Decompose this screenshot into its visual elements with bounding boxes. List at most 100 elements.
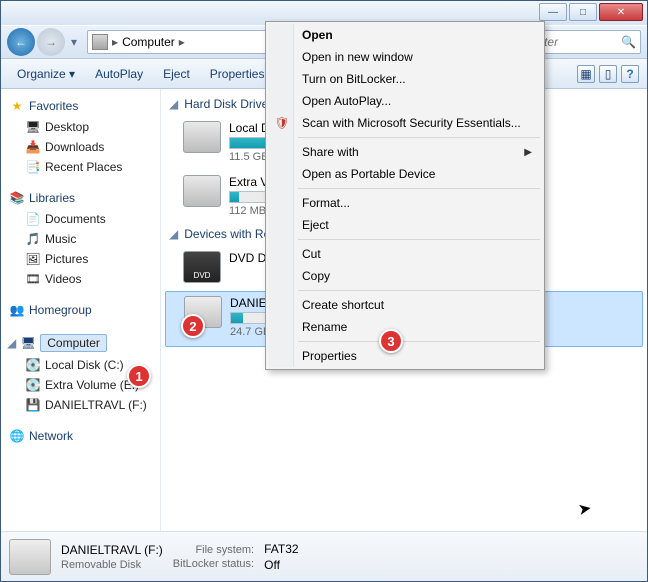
details-bl-label: BitLocker status: (173, 558, 254, 570)
homegroup-label: Homegroup (29, 303, 92, 317)
cm-share-label: Share with (302, 145, 359, 159)
sidebar-item-label: Local Disk (C:) (45, 358, 124, 372)
cm-copy[interactable]: Copy (268, 265, 542, 287)
network-group: 🌐Network (3, 425, 158, 447)
video-icon: 🎞 (25, 271, 41, 287)
document-icon: 📄 (25, 211, 41, 227)
libraries-header[interactable]: 📚Libraries (3, 187, 158, 209)
cm-separator (298, 290, 540, 291)
network-icon: 🌐 (9, 428, 25, 444)
cm-separator (298, 188, 540, 189)
favorites-label: Favorites (29, 99, 78, 113)
minimize-button[interactable]: — (539, 3, 567, 21)
libraries-group: 📚Libraries 📄Documents 🎵 Music 🖼 Pictures 🎞… (3, 187, 158, 289)
back-icon: ← (15, 35, 27, 49)
details-drive-icon (9, 539, 51, 575)
cm-open[interactable]: Open (268, 24, 542, 46)
disk-icon: 💽 (25, 377, 41, 393)
dvd-icon: DVD (183, 251, 221, 283)
homegroup-group: 👥 Homegroup (3, 299, 158, 321)
view-icon: ▦ (580, 67, 591, 81)
annotation-badge-3: 3 (379, 329, 403, 353)
pane-icon: ▯ (605, 67, 612, 81)
properties-button[interactable]: Properties (202, 63, 273, 85)
sidebar-item-usb-f[interactable]: 💾DANIELTRAVL (F:) (3, 395, 158, 415)
computer-label: Computer (40, 334, 107, 352)
sidebar-item-music[interactable]: 🎵 Music (3, 229, 158, 249)
cm-open-autoplay[interactable]: Open AutoPlay... (268, 90, 542, 112)
sidebar-item-label: Recent Places (45, 160, 122, 174)
breadcrumb-sep: ▸ (112, 35, 118, 49)
cm-separator (298, 239, 540, 240)
computer-icon: 🖥 (20, 335, 36, 351)
search-icon: 🔍 (621, 35, 636, 49)
autoplay-button[interactable]: AutoPlay (87, 63, 151, 85)
favorites-header[interactable]: ★ Favorites (3, 95, 158, 117)
context-menu: Open Open in new window Turn on BitLocke… (265, 21, 545, 370)
view-button[interactable]: ▦ (577, 65, 595, 83)
back-button[interactable]: ← (7, 28, 35, 56)
cm-share-with[interactable]: Share with ▶ (268, 141, 542, 163)
cm-format[interactable]: Format... (268, 192, 542, 214)
network-header[interactable]: 🌐Network (3, 425, 158, 447)
sidebar-item-pictures[interactable]: 🖼 Pictures (3, 249, 158, 269)
details-fs-value: FAT32 (264, 542, 298, 556)
details-fs-label: File system: (173, 544, 254, 556)
sidebar-item-label: Music (45, 232, 76, 246)
nav-pane: ★ Favorites 🖥Desktop 📥Downloads 📑Recent … (1, 89, 161, 531)
music-icon: 🎵 (25, 231, 41, 247)
forward-icon: → (45, 35, 57, 49)
disk-icon: 💽 (25, 357, 41, 373)
homegroup-icon: 👥 (9, 302, 25, 318)
preview-pane-button[interactable]: ▯ (599, 65, 617, 83)
cm-rename[interactable]: Rename (268, 316, 542, 338)
sidebar-item-label: DANIELTRAVL (F:) (45, 398, 147, 412)
sidebar-item-label: Desktop (45, 120, 89, 134)
sidebar-item-recent[interactable]: 📑 Recent Places (3, 157, 158, 177)
annotation-badge-1: 1 (127, 364, 151, 388)
details-pane: DANIELTRAVL (F:) Removable Disk File sys… (1, 531, 647, 581)
sidebar-item-documents[interactable]: 📄Documents (3, 209, 158, 229)
hdd-icon (183, 121, 221, 153)
hdd-icon (183, 175, 221, 207)
picture-icon: 🖼 (25, 251, 41, 267)
sidebar-item-videos[interactable]: 🎞Videos (3, 269, 158, 289)
explorer-window: — □ ✕ ← → ▾ ▸ Computer ▸ 🔍 Organize ▾ Au… (0, 0, 648, 582)
cm-separator (298, 137, 540, 138)
computer-header[interactable]: ◢🖥Computer (3, 331, 158, 355)
sidebar-item-downloads[interactable]: 📥Downloads (3, 137, 158, 157)
help-icon: ? (626, 67, 633, 81)
cm-portable[interactable]: Open as Portable Device (268, 163, 542, 185)
cm-separator (298, 341, 540, 342)
sidebar-item-label: Downloads (45, 140, 104, 154)
cm-cut[interactable]: Cut (268, 243, 542, 265)
cursor-icon: ➤ (576, 498, 593, 520)
homegroup-header[interactable]: 👥 Homegroup (3, 299, 158, 321)
cm-properties[interactable]: Properties (268, 345, 542, 367)
sidebar-item-label: Pictures (45, 252, 88, 266)
cm-scan[interactable]: 🛡 Scan with Microsoft Security Essential… (268, 112, 542, 134)
sidebar-item-desktop[interactable]: 🖥Desktop (3, 117, 158, 137)
favorites-group: ★ Favorites 🖥Desktop 📥Downloads 📑 Recent … (3, 95, 158, 177)
cm-eject[interactable]: Eject (268, 214, 542, 236)
computer-icon (92, 34, 108, 50)
organize-button[interactable]: Organize ▾ (9, 63, 83, 85)
forward-button[interactable]: → (37, 28, 65, 56)
cm-shortcut[interactable]: Create shortcut (268, 294, 542, 316)
chevron-down-icon: ◢ (169, 227, 178, 241)
shield-icon: 🛡 (274, 115, 290, 131)
history-dropdown-icon[interactable]: ▾ (71, 35, 77, 49)
eject-button[interactable]: Eject (155, 63, 198, 85)
libraries-icon: 📚 (9, 190, 25, 206)
star-icon: ★ (9, 98, 25, 114)
close-button[interactable]: ✕ (599, 3, 643, 21)
help-button[interactable]: ? (621, 65, 639, 83)
recent-icon: 📑 (25, 159, 41, 175)
breadcrumb-location[interactable]: Computer (122, 35, 175, 49)
submenu-arrow-icon: ▶ (524, 147, 532, 158)
cm-open-new-window[interactable]: Open in new window (268, 46, 542, 68)
details-subtitle: Removable Disk (61, 559, 163, 571)
maximize-button[interactable]: □ (569, 3, 597, 21)
chevron-down-icon: ◢ (169, 97, 178, 111)
cm-bitlocker[interactable]: Turn on BitLocker... (268, 68, 542, 90)
